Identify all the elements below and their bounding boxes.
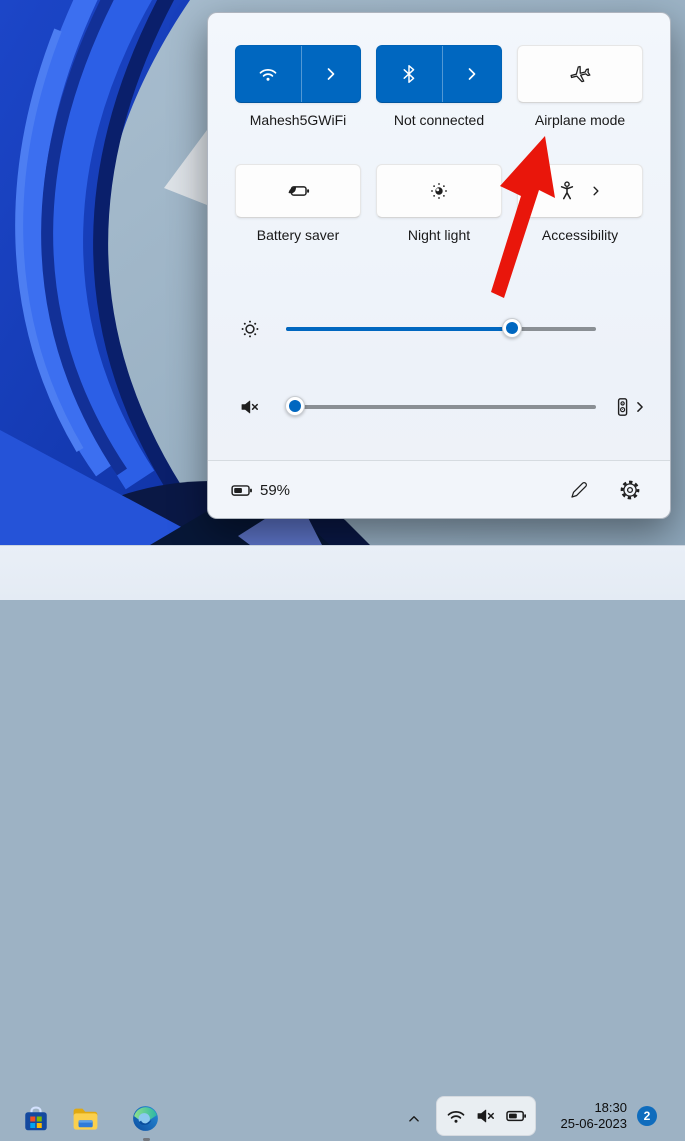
volume-muted-icon[interactable] bbox=[238, 395, 262, 419]
brightness-row bbox=[238, 317, 642, 341]
chevron-right-icon bbox=[327, 68, 335, 80]
wifi-label: Mahesh5GWiFi bbox=[249, 112, 347, 128]
bluetooth-tile: Not connected bbox=[376, 45, 502, 128]
volume-thumb[interactable] bbox=[285, 396, 305, 416]
audio-output-chevron-icon[interactable] bbox=[630, 395, 650, 419]
pencil-icon bbox=[570, 481, 587, 498]
show-hidden-icons-button[interactable] bbox=[402, 1102, 426, 1135]
bluetooth-label: Not connected bbox=[393, 112, 485, 128]
battery-saver-tile: Battery saver bbox=[235, 164, 361, 243]
night-light-icon bbox=[431, 183, 447, 199]
taskbar-file-explorer-button[interactable] bbox=[69, 1102, 102, 1135]
clock[interactable]: 18:30 25-06-2023 bbox=[543, 1100, 628, 1132]
notification-count-badge[interactable]: 2 bbox=[637, 1106, 657, 1126]
quick-settings-footer: 59% bbox=[208, 460, 670, 518]
chevron-up-icon bbox=[409, 1115, 419, 1122]
battery-icon bbox=[506, 1110, 526, 1122]
gear-icon bbox=[620, 480, 640, 500]
settings-button[interactable] bbox=[612, 472, 648, 508]
airplane-tile: Airplane mode bbox=[517, 45, 643, 128]
battery-saver-button[interactable] bbox=[235, 164, 361, 218]
bluetooth-icon bbox=[403, 65, 415, 83]
chevron-right-icon bbox=[468, 68, 476, 80]
night-light-tile: Night light bbox=[376, 164, 502, 243]
brightness-thumb[interactable] bbox=[502, 318, 522, 338]
battery-status[interactable]: 59% bbox=[229, 478, 290, 503]
accessibility-button[interactable] bbox=[517, 164, 643, 218]
brightness-icon bbox=[241, 320, 259, 338]
brightness-slider[interactable] bbox=[286, 317, 596, 341]
volume-row bbox=[238, 395, 643, 419]
accessibility-tile: Accessibility bbox=[517, 164, 643, 243]
airplane-mode-label: Airplane mode bbox=[534, 112, 626, 128]
accessibility-label: Accessibility bbox=[541, 227, 619, 243]
file-explorer-icon bbox=[73, 1108, 98, 1130]
bluetooth-expander[interactable] bbox=[441, 46, 501, 102]
microsoft-store-icon bbox=[24, 1105, 47, 1130]
airplane-icon bbox=[570, 65, 591, 83]
battery-percent-label: 59% bbox=[260, 482, 291, 499]
date-label: 25-06-2023 bbox=[560, 1116, 628, 1131]
volume-track[interactable] bbox=[286, 405, 596, 409]
bluetooth-button[interactable] bbox=[376, 45, 502, 103]
taskbar: 18:30 25-06-2023 2 bbox=[0, 545, 685, 1141]
wifi-button[interactable] bbox=[235, 45, 361, 103]
wifi-toggle[interactable] bbox=[236, 46, 301, 102]
battery-icon bbox=[231, 485, 252, 496]
system-tray-quick-settings-button[interactable] bbox=[436, 1096, 536, 1136]
time-label: 18:30 bbox=[594, 1100, 627, 1115]
tile-row-1: Mahesh5GWiFi Not connected Airplane mode bbox=[235, 45, 643, 128]
taskbar-microsoft-edge-button[interactable] bbox=[129, 1102, 162, 1135]
wifi-expander[interactable] bbox=[300, 46, 360, 102]
battery-saver-icon bbox=[288, 186, 310, 196]
tile-row-2: Battery saver Night light Accessibility bbox=[235, 164, 643, 243]
edit-quick-settings-button[interactable] bbox=[560, 472, 596, 508]
quick-settings-tile-grid: Mahesh5GWiFi Not connected Airplane mode… bbox=[235, 45, 643, 243]
battery-saver-label: Battery saver bbox=[256, 227, 340, 243]
night-light-button[interactable] bbox=[376, 164, 502, 218]
wifi-icon bbox=[259, 69, 277, 81]
accessibility-icon bbox=[560, 181, 574, 200]
brightness-fill bbox=[286, 327, 512, 331]
wifi-tile: Mahesh5GWiFi bbox=[235, 45, 361, 128]
taskbar-microsoft-store-button[interactable] bbox=[19, 1102, 52, 1135]
quick-settings-panel: Mahesh5GWiFi Not connected Airplane mode… bbox=[207, 12, 671, 519]
microsoft-edge-icon bbox=[133, 1106, 158, 1131]
wifi-icon bbox=[447, 1111, 465, 1123]
volume-slider[interactable] bbox=[285, 395, 596, 419]
volume-muted-icon bbox=[477, 1109, 494, 1123]
chevron-right-icon bbox=[593, 186, 599, 196]
night-light-label: Night light bbox=[407, 227, 471, 243]
bluetooth-toggle[interactable] bbox=[377, 46, 442, 102]
airplane-mode-button[interactable] bbox=[517, 45, 643, 103]
